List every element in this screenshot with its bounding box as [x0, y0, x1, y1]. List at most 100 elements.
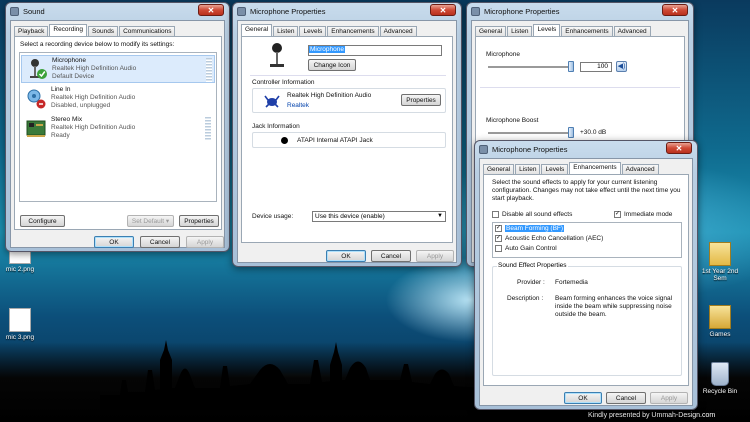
wallpaper-credit: Kindly presented by Ummah-Design.com [588, 412, 716, 419]
effect-echo-cancellation[interactable]: ✓ Acoustic Echo Cancellation (AEC) [495, 235, 603, 242]
microphone-boost-slider-track[interactable] [488, 132, 570, 134]
tab-levels[interactable]: Levels [299, 26, 327, 36]
checkbox-icon [495, 245, 502, 252]
controller-properties-button[interactable]: Properties [401, 94, 441, 106]
tab-listen[interactable]: Listen [273, 26, 299, 36]
tab-enhancements[interactable]: Enhancements [569, 162, 621, 174]
tab-listen[interactable]: Listen [507, 26, 533, 36]
device-usage-label: Device usage: [252, 213, 294, 220]
device-list: Microphone Realtek High Definition Audio… [19, 52, 217, 202]
games-folder-icon [709, 305, 731, 329]
window-body: Playback Recording Sounds Communications… [10, 20, 225, 248]
tab-levels[interactable]: Levels [533, 24, 561, 36]
disable-all-checkbox[interactable]: Disable all sound effects [492, 211, 572, 218]
device-usage-dropdown[interactable]: Use this device (enable) ▼ [312, 211, 446, 222]
controller-group: Realtek High Definition Audio Realtek Pr… [252, 88, 446, 113]
ok-button[interactable]: OK [94, 236, 134, 248]
realtek-link[interactable]: Realtek [287, 102, 309, 109]
tab-playback[interactable]: Playback [14, 26, 49, 36]
change-icon-button[interactable]: Change Icon [308, 59, 356, 71]
controller-heading: Controller Information [252, 79, 315, 86]
device-row-microphone[interactable]: Microphone Realtek High Definition Audio… [21, 55, 215, 83]
recycle-bin-icon [711, 362, 729, 386]
microphone-properties-enhancements-window: Microphone Properties ✕ General Listen L… [474, 140, 698, 410]
device-name-field[interactable]: Microphone [308, 45, 442, 56]
microphone-icon [471, 6, 480, 16]
tab-recording[interactable]: Recording [49, 24, 88, 36]
line-in-icon [26, 87, 46, 109]
microphone-boost-value: +30.0 dB [580, 129, 607, 136]
divider [250, 75, 446, 76]
configure-button[interactable]: Configure [20, 215, 65, 227]
set-default-button[interactable]: Set Default ▾ [127, 215, 174, 227]
desktop-icon-games[interactable]: Games [700, 305, 740, 338]
instruction-text: Select a recording device below to modif… [20, 41, 175, 48]
close-button[interactable]: ✕ [662, 4, 688, 16]
microphone-icon [479, 144, 488, 154]
wallpaper-skyline [100, 340, 520, 410]
window-body: General Listen Levels Enhancements Advan… [479, 158, 693, 406]
realtek-crab-icon [263, 92, 281, 110]
checkmark-icon: ✓ [495, 235, 502, 242]
tab-panel: Microphone Change Icon Controller Inform… [241, 36, 453, 243]
device-row-stereo-mix[interactable]: Stereo Mix Realtek High Definition Audio… [21, 115, 215, 143]
ok-button[interactable]: OK [326, 250, 366, 262]
microphone-icon [27, 58, 47, 80]
tab-listen[interactable]: Listen [515, 164, 541, 174]
effect-beam-forming[interactable]: ✓ Beam Forming (BF) [495, 225, 565, 233]
tab-enhancements[interactable]: Enhancements [327, 26, 379, 36]
tab-advanced[interactable]: Advanced [621, 164, 659, 174]
tab-levels[interactable]: Levels [541, 164, 569, 174]
microphone-level-slider-track[interactable] [488, 66, 570, 68]
jack-color-icon [281, 137, 288, 144]
sound-effect-properties-group: Sound Effect Properties Provider : Forte… [492, 262, 682, 376]
level-meter [206, 58, 212, 82]
apply-button[interactable]: Apply [416, 250, 454, 262]
image-file-icon [9, 308, 31, 332]
tab-general[interactable]: General [241, 24, 273, 36]
microphone-level-slider-thumb[interactable] [568, 61, 574, 72]
apply-button[interactable]: Apply [650, 392, 688, 404]
title-bar[interactable]: Microphone Properties ✕ [233, 3, 461, 19]
immediate-mode-checkbox[interactable]: ✓ Immediate mode [614, 211, 672, 218]
tab-communications[interactable]: Communications [119, 26, 176, 36]
desktop-icon-folder[interactable]: 1st Year 2nd Sem [700, 242, 740, 282]
title-bar[interactable]: Microphone Properties ✕ [467, 3, 693, 19]
folder-icon [709, 242, 731, 266]
effect-auto-gain[interactable]: Auto Gain Control [495, 245, 557, 252]
close-button[interactable]: ✕ [666, 142, 692, 154]
tab-sounds[interactable]: Sounds [88, 26, 119, 36]
group-title: Sound Effect Properties [497, 262, 568, 269]
microphone-level-label: Microphone [486, 51, 520, 58]
device-row-line-in[interactable]: Line In Realtek High Definition Audio Di… [21, 85, 215, 113]
cancel-button[interactable]: Cancel [140, 236, 180, 248]
desktop-icon-mic3[interactable]: mic 3.png [0, 308, 40, 341]
close-button[interactable]: ✕ [198, 4, 224, 16]
sound-card-icon [26, 118, 46, 140]
title-bar[interactable]: Sound ✕ [6, 3, 229, 19]
jack-heading: Jack Information [252, 123, 300, 130]
cancel-button[interactable]: Cancel [606, 392, 646, 404]
close-button[interactable]: ✕ [430, 4, 456, 16]
tab-advanced[interactable]: Advanced [613, 26, 651, 36]
chevron-down-icon: ▼ [437, 213, 443, 219]
speaker-icon [10, 6, 19, 16]
tab-enhancements[interactable]: Enhancements [561, 26, 613, 36]
provider-value: Fortemedia [555, 279, 588, 286]
ok-button[interactable]: OK [564, 392, 602, 404]
desktop-icon-recycle-bin[interactable]: Recycle Bin [700, 362, 740, 395]
microphone-properties-general-window: Microphone Properties ✕ General Listen L… [232, 2, 462, 267]
speaker-icon[interactable]: ◀) [616, 61, 627, 72]
tab-advanced[interactable]: Advanced [379, 26, 417, 36]
cancel-button[interactable]: Cancel [371, 250, 411, 262]
sound-window: Sound ✕ Playback Recording Sounds Commun… [5, 2, 230, 252]
checkmark-icon: ✓ [495, 225, 502, 232]
tab-general[interactable]: General [475, 26, 507, 36]
microphone-boost-slider-thumb[interactable] [568, 127, 574, 138]
tab-general[interactable]: General [483, 164, 515, 174]
title-bar[interactable]: Microphone Properties ✕ [475, 141, 697, 157]
effect-description-value: Beam forming enhances the voice signal i… [555, 295, 673, 318]
microphone-level-value[interactable]: 100 [580, 62, 612, 72]
apply-button[interactable]: Apply [186, 236, 224, 248]
properties-button[interactable]: Properties [179, 215, 219, 227]
